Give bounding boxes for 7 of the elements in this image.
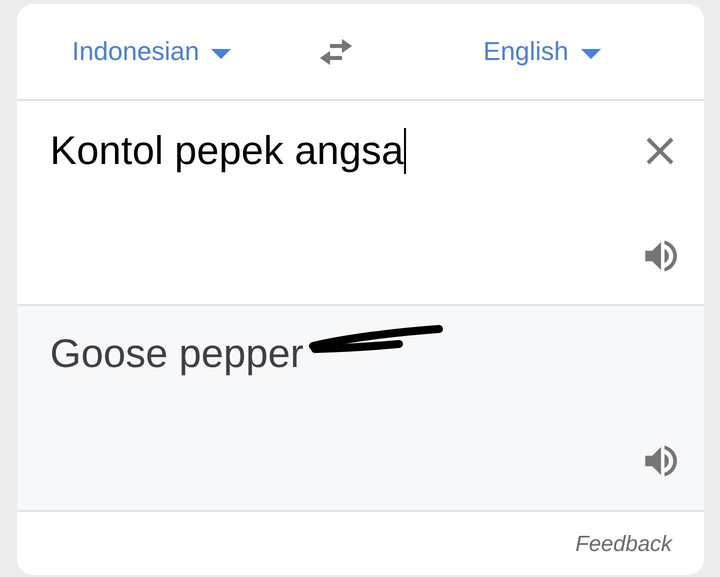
caret-icon	[211, 48, 232, 58]
translation-text: Goose pepper	[50, 331, 304, 378]
feedback-link[interactable]: Feedback	[575, 527, 672, 560]
target-language-button[interactable]: English	[483, 32, 601, 71]
source-language-button[interactable]: Indonesian	[72, 32, 232, 71]
text-cursor	[404, 128, 406, 174]
caret-icon	[580, 48, 601, 58]
